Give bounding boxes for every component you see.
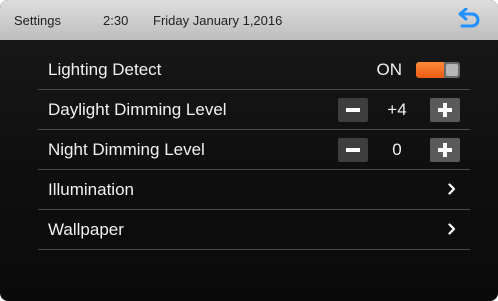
night-dimming-value: 0	[392, 140, 402, 159]
daylight-dimming-row: Daylight Dimming Level +4	[38, 90, 470, 130]
wallpaper-row[interactable]: Wallpaper	[38, 210, 470, 250]
night-dimming-decrease-button[interactable]	[338, 138, 368, 162]
page-title: Settings	[14, 13, 61, 28]
illumination-label: Illumination	[48, 180, 134, 199]
minus-icon	[346, 108, 360, 112]
date-text: Friday January 1,2016	[153, 13, 283, 28]
lighting-detect-toggle[interactable]	[416, 62, 460, 78]
minus-icon	[346, 148, 360, 152]
plus-icon	[438, 143, 452, 157]
lighting-detect-row: Lighting Detect ON	[38, 50, 470, 90]
chevron-right-icon[interactable]	[448, 182, 456, 200]
lighting-detect-state: ON	[376, 60, 403, 79]
toggle-knob	[446, 64, 458, 76]
settings-screen: Settings 2:30 Friday January 1,2016 Ligh…	[0, 0, 498, 301]
clock-time: 2:30	[103, 13, 129, 28]
settings-list: Lighting Detect ON Daylight Dimming Leve…	[38, 50, 470, 250]
wallpaper-label: Wallpaper	[48, 220, 124, 239]
daylight-dimming-increase-button[interactable]	[430, 98, 460, 122]
daylight-dimming-decrease-button[interactable]	[338, 98, 368, 122]
lighting-detect-label: Lighting Detect	[48, 60, 162, 79]
status-bar: Settings 2:30 Friday January 1,2016	[0, 0, 498, 40]
daylight-dimming-value: +4	[387, 100, 407, 119]
daylight-dimming-label: Daylight Dimming Level	[48, 100, 227, 119]
illumination-row[interactable]: Illumination	[38, 170, 470, 210]
plus-icon	[438, 103, 452, 117]
night-dimming-increase-button[interactable]	[430, 138, 460, 162]
night-dimming-label: Night Dimming Level	[48, 140, 205, 159]
back-button[interactable]	[456, 7, 482, 32]
night-dimming-row: Night Dimming Level 0	[38, 130, 470, 170]
back-arrow-icon	[458, 7, 480, 28]
toggle-fill	[416, 62, 444, 78]
chevron-right-icon[interactable]	[448, 222, 456, 240]
